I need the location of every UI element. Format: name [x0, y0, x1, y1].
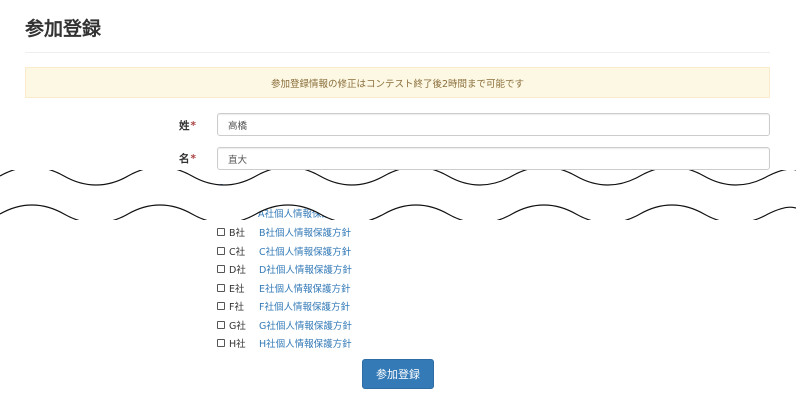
- company-d-policy-link[interactable]: D社個人情報保護方針: [259, 262, 352, 276]
- company-row-f: F社 F社個人情報保護方針: [217, 297, 352, 316]
- company-f-policy-link[interactable]: F社個人情報保護方針: [259, 299, 350, 313]
- company-d-checkbox[interactable]: [217, 265, 225, 274]
- company-b-policy-link[interactable]: B社個人情報保護方針: [259, 225, 351, 239]
- company-row-b: B社 B社個人情報保護方針: [217, 223, 352, 242]
- required-mark: *: [190, 153, 197, 165]
- company-row-c: C社 C社個人情報保護方針: [217, 242, 352, 261]
- wave-cutout: [0, 170, 796, 220]
- company-consent-list: B社 B社個人情報保護方針 C社 C社個人情報保護方針 D社 D社個人情報保護方…: [217, 223, 352, 353]
- title-divider: [25, 52, 770, 53]
- company-e-policy-link[interactable]: E社個人情報保護方針: [259, 281, 351, 295]
- company-g-checkbox[interactable]: [217, 320, 225, 329]
- last-name-label: 姓*: [179, 120, 197, 132]
- company-c-checkbox[interactable]: [217, 246, 225, 255]
- company-f-checkbox[interactable]: [217, 302, 225, 311]
- first-name-label: 名*: [179, 153, 197, 165]
- required-mark: *: [190, 120, 197, 132]
- company-c-policy-link[interactable]: C社個人情報保護方針: [259, 244, 351, 258]
- last-name-input[interactable]: [217, 113, 770, 136]
- company-h-policy-link[interactable]: H社個人情報保護方針: [259, 336, 352, 350]
- edit-deadline-notice: 参加登録情報の修正はコンテスト終了後2時間まで可能です: [25, 67, 770, 98]
- register-button[interactable]: 参加登録: [362, 359, 434, 389]
- company-b-checkbox[interactable]: [217, 228, 225, 237]
- company-row-g: G社 G社個人情報保護方針: [217, 316, 352, 335]
- company-row-h: H社 H社個人情報保護方針: [217, 334, 352, 353]
- company-row-d: D社 D社個人情報保護方針: [217, 260, 352, 279]
- first-name-input[interactable]: [217, 147, 770, 170]
- page-title: 参加登録: [25, 18, 102, 40]
- company-row-e: E社 E社個人情報保護方針: [217, 279, 352, 298]
- company-h-checkbox[interactable]: [217, 339, 225, 348]
- notice-text: 参加登録情報の修正はコンテスト終了後2時間まで可能です: [270, 78, 525, 90]
- company-g-policy-link[interactable]: G社個人情報保護方針: [259, 318, 352, 332]
- company-e-checkbox[interactable]: [217, 283, 225, 292]
